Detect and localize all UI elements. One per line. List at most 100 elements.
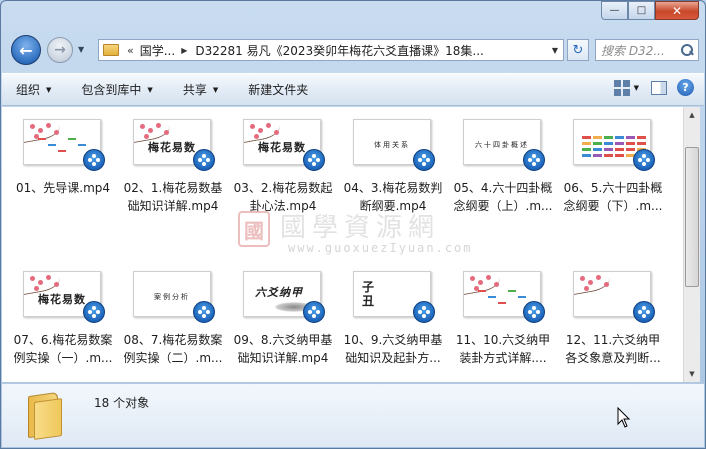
chevron-down-icon: ▼	[46, 85, 52, 94]
address-overflow[interactable]: «	[127, 44, 134, 57]
media-player-icon	[303, 301, 325, 323]
chevron-down-icon[interactable]: ▼	[547, 46, 563, 55]
view-icon[interactable]	[613, 79, 630, 96]
navigation-bar: ← → ▼ « 国学... ▶ D32281 易凡《2023癸卯年梅花六爻直播课…	[1, 31, 705, 71]
mouse-cursor-icon	[617, 407, 631, 428]
breadcrumb-segment[interactable]: 国学...	[140, 42, 175, 59]
file-name: 10、9.六爻纳甲基础知识及起卦方...	[343, 333, 443, 365]
scroll-down-icon[interactable]: ▼	[684, 366, 700, 382]
vertical-scrollbar[interactable]: ▲ ▼	[683, 107, 700, 382]
forward-button[interactable]: →	[47, 37, 73, 63]
caption-buttons: — □ ✕	[601, 1, 699, 20]
video-thumbnail: 梅花易数	[23, 271, 105, 323]
forward-arrow-icon: →	[54, 42, 66, 58]
media-player-icon	[303, 149, 325, 171]
thumbnail-title: 子丑	[362, 280, 376, 308]
video-thumbnail: 六十四卦概述	[463, 119, 545, 171]
file-name: 05、4.六十四卦概念纲要（上）.m...	[453, 181, 553, 213]
include-in-library-label: 包含到库中	[81, 83, 142, 97]
file-item[interactable]: 体用关系 04、3.梅花易数判断纲要.mp4	[340, 109, 444, 219]
explorer-window: — □ ✕ ← → ▼ « 国学... ▶ D32281 易凡《2023癸卯年梅…	[0, 0, 706, 449]
share-menu[interactable]: 共享 ▼	[183, 81, 218, 98]
file-item[interactable]: 01、先导课.mp4	[10, 109, 114, 219]
file-name: 06、5.六十四卦概念纲要（下）.m...	[563, 181, 663, 213]
video-thumbnail	[573, 271, 655, 323]
video-thumbnail: 梅花易数	[243, 119, 325, 171]
command-bar: 组织 ▼ 包含到库中 ▼ 共享 ▼ 新建文件夹 ▼ ?	[2, 73, 704, 106]
chevron-down-icon[interactable]: ▼	[634, 84, 639, 92]
refresh-button[interactable]: ↻	[567, 39, 589, 61]
video-thumbnail	[573, 119, 655, 171]
thumbnail-title: 六爻纳甲	[255, 286, 303, 299]
file-item[interactable]: 梅花易数 07、6.梅花易数案例实操（一）.m...	[10, 261, 114, 371]
file-item[interactable]: 六十四卦概述 05、4.六十四卦概念纲要（上）.m...	[450, 109, 554, 219]
back-arrow-icon: ←	[19, 40, 33, 60]
chevron-right-icon[interactable]: ▶	[181, 46, 187, 55]
toolbar-right: ▼ ?	[613, 79, 694, 96]
media-player-icon	[193, 149, 215, 171]
item-count: 18 个对象	[94, 396, 150, 410]
file-name: 12、11.六爻纳甲各爻象意及判断...	[565, 333, 661, 365]
file-item[interactable]: 案例分析 08、7.梅花易数案例实操（二）.m...	[120, 261, 224, 371]
file-name: 01、先导课.mp4	[15, 181, 111, 195]
include-in-library-menu[interactable]: 包含到库中 ▼	[81, 81, 152, 98]
maximize-button[interactable]: □	[628, 1, 655, 20]
file-item[interactable]: 梅花易数 03、2.梅花易数起卦心法.mp4	[230, 109, 334, 219]
address-bar[interactable]: « 国学... ▶ D32281 易凡《2023癸卯年梅花六爻直播课》18集..…	[98, 39, 564, 61]
media-player-icon	[523, 149, 545, 171]
help-icon[interactable]: ?	[677, 79, 694, 96]
media-player-icon	[633, 301, 655, 323]
media-player-icon	[523, 301, 545, 323]
file-item[interactable]: 梅花易数 02、1.梅花易数基础知识详解.mp4	[120, 109, 224, 219]
organize-label: 组织	[16, 83, 41, 97]
file-name: 11、10.六爻纳甲装卦方式详解....	[455, 333, 551, 365]
media-player-icon	[413, 149, 435, 171]
refresh-icon: ↻	[572, 42, 584, 58]
video-thumbnail: 梅花易数	[133, 119, 215, 171]
thumbnail-title: 六十四卦概述	[475, 141, 529, 149]
file-name: 02、1.梅花易数基础知识详解.mp4	[123, 181, 223, 213]
chevron-down-icon: ▼	[212, 85, 219, 94]
details-pane: 18 个对象	[2, 383, 704, 447]
media-player-icon	[633, 149, 655, 171]
video-thumbnail: 体用关系	[353, 119, 435, 171]
file-name: 09、8.六爻纳甲基础知识详解.mp4	[233, 333, 333, 365]
file-name: 07、6.梅花易数案例实操（一）.m...	[13, 333, 113, 365]
search-icon[interactable]	[680, 43, 694, 57]
video-thumbnail: 子丑	[353, 271, 435, 323]
thumbnail-title: 案例分析	[154, 293, 190, 301]
file-item[interactable]: 06、5.六十四卦概念纲要（下）.m...	[560, 109, 664, 219]
video-thumbnail	[23, 119, 105, 171]
thumbnail-title: 体用关系	[374, 141, 410, 149]
preview-pane-icon[interactable]	[651, 80, 667, 95]
video-thumbnail: 六爻纳甲	[243, 271, 325, 323]
video-thumbnail	[463, 271, 545, 323]
chevron-down-icon: ▼	[147, 85, 153, 94]
folder-icon	[28, 390, 66, 440]
minimize-button[interactable]: —	[601, 1, 628, 20]
scroll-thumb[interactable]	[685, 147, 699, 287]
file-item[interactable]: 12、11.六爻纳甲各爻象意及判断...	[560, 261, 664, 371]
file-item[interactable]: 子丑 10、9.六爻纳甲基础知识及起卦方...	[340, 261, 444, 371]
share-label: 共享	[182, 83, 207, 97]
recent-pages-dropdown[interactable]: ▼	[78, 45, 84, 54]
close-button[interactable]: ✕	[655, 1, 699, 20]
media-player-icon	[193, 301, 215, 323]
file-name: 03、2.梅花易数起卦心法.mp4	[233, 181, 333, 213]
organize-menu[interactable]: 组织 ▼	[16, 81, 51, 98]
file-list: 國 國學資源網 www.guoxuezIyuan.com 01、先导课.mp4 梅…	[2, 107, 683, 382]
media-player-icon	[83, 149, 105, 171]
media-player-icon	[413, 301, 435, 323]
file-item[interactable]: 六爻纳甲 09、8.六爻纳甲基础知识详解.mp4	[230, 261, 334, 371]
new-folder-label: 新建文件夹	[248, 83, 309, 97]
watermark-url: www.guoxuezIyuan.com	[288, 241, 473, 255]
folder-icon	[103, 44, 119, 56]
breadcrumb-segment[interactable]: D32281 易凡《2023癸卯年梅花六爻直播课》18集...	[195, 42, 483, 59]
scroll-up-icon[interactable]: ▲	[684, 107, 700, 123]
search-placeholder: 搜索 D32...	[601, 43, 665, 58]
new-folder-button[interactable]: 新建文件夹	[248, 81, 308, 98]
file-item[interactable]: 11、10.六爻纳甲装卦方式详解....	[450, 261, 554, 371]
back-button[interactable]: ←	[11, 35, 41, 65]
search-input[interactable]: 搜索 D32...	[595, 39, 699, 61]
file-name: 08、7.梅花易数案例实操（二）.m...	[123, 333, 223, 365]
